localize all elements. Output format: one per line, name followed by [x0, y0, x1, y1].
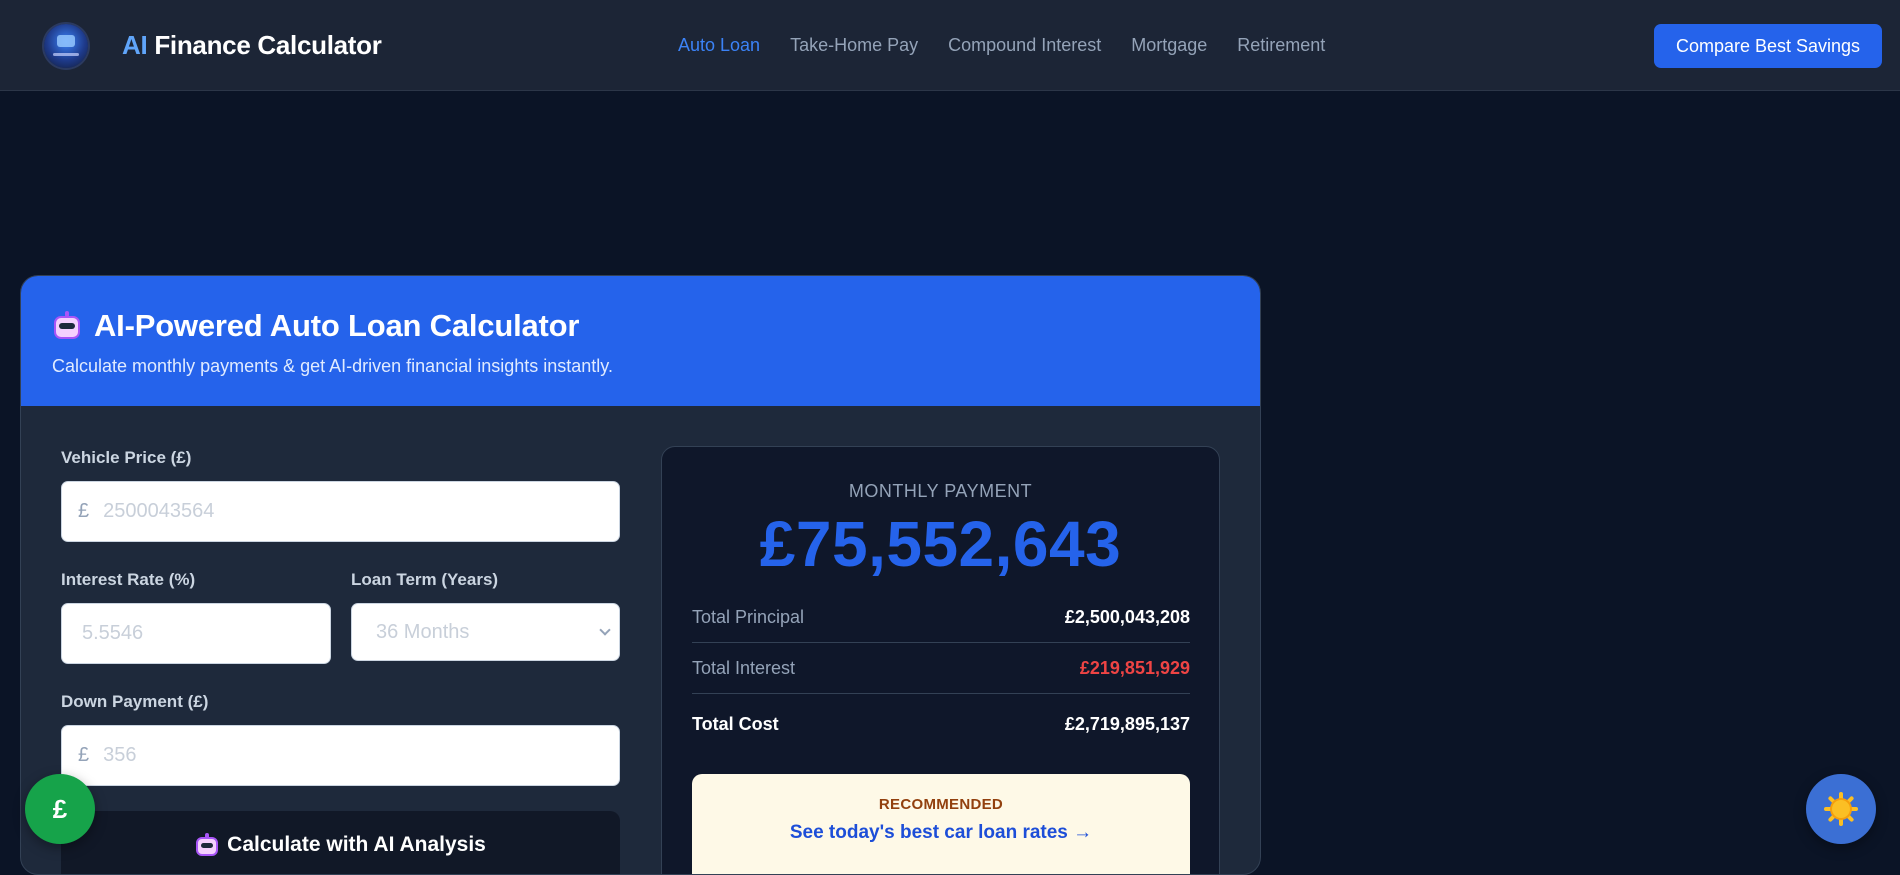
total-principal-value: £2,500,043,208 — [1064, 607, 1190, 627]
total-interest-row: Total Interest £219,851,929 — [692, 644, 1190, 694]
total-cost-label: Total Cost — [692, 713, 779, 734]
brand-ai: AI — [122, 30, 148, 60]
chevron-down-icon — [599, 624, 611, 636]
total-interest-label: Total Interest — [692, 658, 796, 678]
nav-mortgage[interactable]: Mortgage — [1131, 35, 1207, 56]
logo-chip-shape — [57, 35, 75, 47]
interest-rate-label: Interest Rate (%) — [61, 570, 196, 589]
loan-term-select[interactable]: 36 Months — [351, 603, 620, 661]
vehicle-price-placeholder: 2500043564 — [103, 500, 215, 522]
logo-icon[interactable] — [44, 24, 88, 68]
calculator-subtitle: Calculate monthly payments & get AI-driv… — [52, 356, 613, 376]
nav-compound-interest[interactable]: Compound Interest — [948, 35, 1101, 56]
calculate-button[interactable]: Calculate with AI Analysis — [61, 811, 620, 874]
calculator-card: AI-Powered Auto Loan Calculator Calculat… — [20, 275, 1261, 875]
sun-icon — [1824, 792, 1858, 826]
calculator-title-row: AI-Powered Auto Loan Calculator — [52, 308, 1229, 344]
monthly-payment-value: £75,552,643 — [759, 508, 1122, 580]
brand-title[interactable]: AI Finance Calculator — [122, 30, 382, 61]
brand-name: Finance Calculator — [154, 30, 382, 60]
total-principal-label: Total Principal — [692, 607, 805, 627]
down-payment-placeholder: 356 — [103, 744, 137, 766]
loan-term-value: 36 Months — [376, 620, 470, 643]
interest-rate-input[interactable]: 5.5546 — [61, 603, 331, 664]
currency-symbol: £ — [78, 744, 90, 766]
calculator-header: AI-Powered Auto Loan Calculator Calculat… — [21, 276, 1260, 406]
down-payment-input[interactable]: £ 356 — [61, 725, 620, 786]
top-navbar: AI Finance Calculator Auto Loan Take-Hom… — [0, 0, 1900, 91]
nav-take-home-pay[interactable]: Take-Home Pay — [790, 35, 918, 56]
robot-icon — [195, 833, 219, 857]
logo-strip-shape — [53, 53, 79, 56]
total-principal-row: Total Principal £2,500,043,208 — [692, 593, 1190, 643]
currency-symbol: £ — [78, 500, 90, 522]
nav-retirement[interactable]: Retirement — [1237, 35, 1325, 56]
loan-term-label: Loan Term (Years) — [351, 570, 499, 589]
compare-savings-button[interactable]: Compare Best Savings — [1654, 24, 1882, 68]
best-rates-link[interactable]: See today's best car loan rates → — [692, 822, 1190, 844]
down-payment-label: Down Payment (£) — [61, 692, 209, 711]
monthly-payment-label: MONTHLY PAYMENT — [848, 481, 1033, 501]
recommended-tag: RECOMMENDED — [878, 796, 1004, 813]
total-cost-row: Total Cost £2,719,895,137 — [692, 699, 1190, 749]
recommended-box: RECOMMENDED See today's best car loan ra… — [692, 774, 1190, 874]
calculate-button-label: Calculate with AI Analysis — [227, 833, 486, 856]
vehicle-price-label: Vehicle Price (£) — [61, 448, 192, 467]
robot-icon — [52, 311, 82, 341]
theme-toggle-button[interactable] — [1806, 774, 1876, 844]
calculator-title: AI-Powered Auto Loan Calculator — [94, 308, 580, 343]
total-interest-value: £219,851,929 — [1079, 658, 1190, 678]
nav-auto-loan[interactable]: Auto Loan — [678, 35, 760, 56]
results-panel: MONTHLY PAYMENT £75,552,643 Total Princi… — [661, 446, 1220, 874]
vehicle-price-input[interactable]: £ 2500043564 — [61, 481, 620, 542]
currency-fab-button[interactable]: £ — [25, 774, 95, 844]
interest-rate-placeholder: 5.5546 — [82, 622, 144, 644]
total-cost-value: £2,719,895,137 — [1064, 713, 1190, 734]
main-nav: Auto Loan Take-Home Pay Compound Interes… — [678, 35, 1325, 56]
